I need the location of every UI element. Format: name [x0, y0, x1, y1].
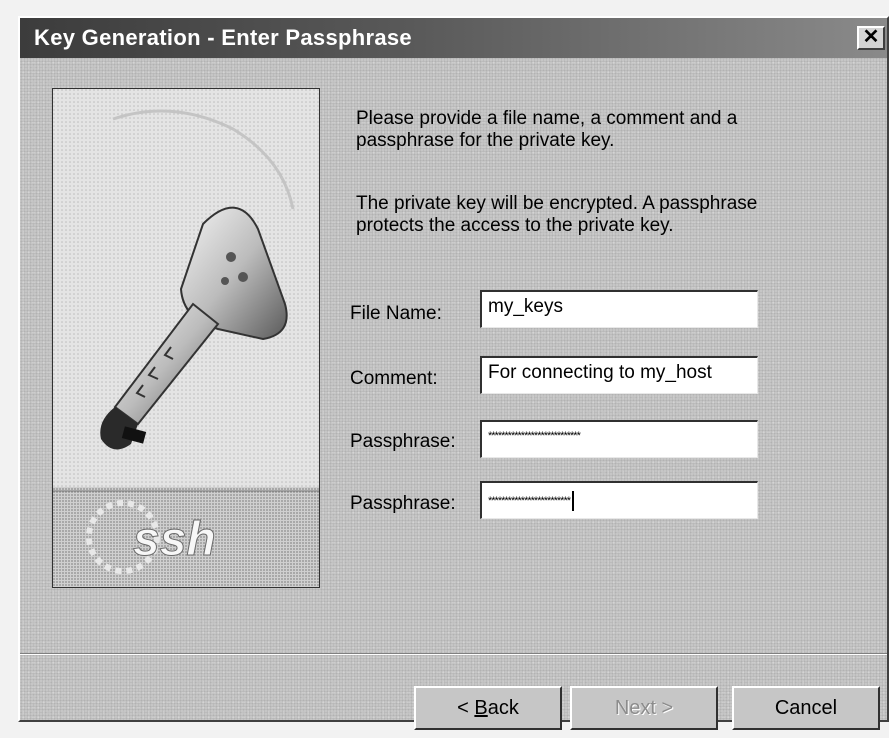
file-name-value: my_keys: [488, 296, 563, 317]
next-button-label: Next >: [614, 697, 674, 719]
key-generation-dialog: Key Generation - Enter Passphrase ✕ ssh …: [18, 16, 889, 730]
back-button-prefix: <: [457, 697, 475, 719]
window-title: Key Generation - Enter Passphrase: [34, 25, 412, 50]
passphrase-value: ****************************: [488, 430, 581, 442]
passphrase-confirm-label: Passphrase:: [350, 493, 456, 514]
cancel-button-label: Cancel: [774, 697, 838, 719]
back-button-rest: ack: [487, 697, 519, 719]
passphrase-confirm-value: *************************: [488, 494, 571, 507]
key-illustration: ssh: [53, 89, 319, 587]
ssh-logo: ssh: [133, 513, 216, 566]
passphrase-label: Passphrase:: [350, 431, 456, 452]
close-icon: ✕: [862, 26, 880, 48]
cancel-button[interactable]: Cancel: [732, 686, 880, 730]
text-caret: [572, 491, 575, 511]
title-bar[interactable]: Key Generation - Enter Passphrase ✕: [20, 18, 887, 58]
back-button[interactable]: < Back: [414, 686, 562, 730]
file-name-input[interactable]: my_keys: [480, 290, 758, 328]
wizard-image-panel: ssh: [52, 88, 320, 588]
passphrase-confirm-input[interactable]: *************************: [480, 481, 758, 519]
close-button[interactable]: ✕: [857, 26, 885, 50]
back-button-mnemonic: B: [474, 697, 488, 719]
instruction-text-2: The private key will be encrypted. A pas…: [356, 193, 758, 236]
file-name-label: File Name:: [350, 303, 442, 324]
passphrase-input[interactable]: ****************************: [480, 420, 758, 458]
comment-value: For connecting to my_host: [488, 362, 712, 383]
next-button[interactable]: Next >: [570, 686, 718, 730]
instruction-text-1: Please provide a file name, a comment an…: [356, 108, 738, 151]
comment-input[interactable]: For connecting to my_host: [480, 356, 758, 394]
comment-label: Comment:: [350, 368, 438, 389]
button-separator: [20, 653, 887, 655]
